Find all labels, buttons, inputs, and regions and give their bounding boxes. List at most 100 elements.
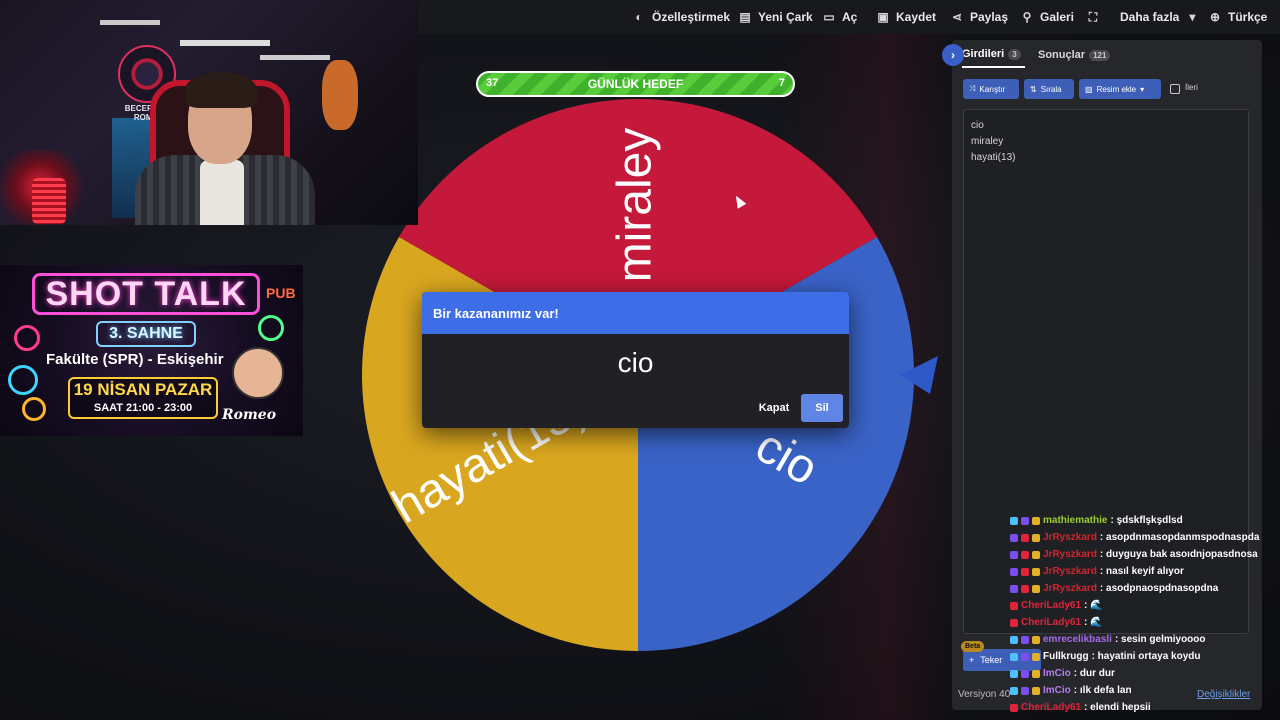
- nav-item-daha-fazla[interactable]: Daha fazla ▾: [1120, 0, 1199, 34]
- add-image-label: Resim ekle: [1096, 84, 1137, 94]
- chat-message: mathiemathie: şdskflşkşdlsd: [1010, 512, 1183, 529]
- palette-icon: ◐: [635, 10, 643, 24]
- nav-item-label: Kaydet: [896, 10, 937, 24]
- globe-icon: ⊕: [1209, 10, 1221, 24]
- chat-badge-icon: [1021, 635, 1029, 644]
- entry-line: cio: [971, 120, 984, 131]
- tab-results-count: 121: [1089, 49, 1111, 61]
- chat-badge-icon: [1032, 652, 1040, 661]
- poster-location: Fakülte (SPR) - Eskişehir: [46, 351, 224, 368]
- chat-username: mathiemathie: [1043, 515, 1108, 526]
- folder-open-icon: ▭: [823, 10, 835, 24]
- chat-badge-icon: [1021, 533, 1029, 542]
- chat-text: : sesin gelmiyoooo: [1114, 634, 1206, 645]
- entry-line: miraley: [971, 136, 1004, 147]
- nav-item-yeni-ark[interactable]: ▤ Yeni Çark: [738, 0, 812, 34]
- dialog-header: Bir kazananımız var!: [422, 292, 849, 334]
- chat-text: : şdskflşkşdlsd: [1110, 515, 1183, 526]
- chat-text: : duyguya bak asoıdnjopasdnosa: [1099, 549, 1258, 560]
- chat-text: : 🌊: [1084, 600, 1103, 611]
- nav-item-a-[interactable]: ▭ Aç: [822, 0, 857, 34]
- chat-badge-icon: [1010, 686, 1018, 695]
- chat-username: ImCio: [1043, 668, 1071, 679]
- advanced-label: İleri: [1185, 83, 1198, 92]
- nav-item-galeri[interactable]: ⚲ Galeri: [1020, 0, 1074, 34]
- shelf: [180, 40, 270, 46]
- shuffle-button[interactable]: ⤨ Karıştır: [963, 79, 1019, 99]
- chat-text: : asodpnaospdnasopdna: [1099, 583, 1219, 594]
- nav-item-t-rk-e[interactable]: ⊕ Türkçe: [1208, 0, 1267, 34]
- chat-message: JrRyszkard: asodpnaospdnasopdna: [1010, 580, 1218, 597]
- chat-message: CheriLady61: elendi hepsii: [1010, 699, 1151, 716]
- chat-badge-icon: [1010, 703, 1018, 712]
- chat-badge-icon: [1010, 635, 1018, 644]
- chat-badge-icon: [1032, 669, 1040, 678]
- screen: miraley cio hayati(13) ◐ Özelleştirmek ▤ Yeni…: [0, 0, 1280, 720]
- dialog-title: Bir kazananımız var!: [433, 306, 559, 321]
- entry-line: hayati(13): [971, 152, 1016, 163]
- chat-text: : nasıl keyif alıyor: [1099, 566, 1184, 577]
- tab-results-label: Sonuçlar: [1038, 49, 1086, 61]
- poster-pub-label: PUB: [266, 285, 296, 301]
- chat-badge-icon: [1021, 584, 1029, 593]
- tab-entries[interactable]: Girdileri 3: [962, 42, 1025, 68]
- streamer-hair: [185, 72, 257, 108]
- chat-text: : asopdnmasopdanmspodnaspda: [1099, 532, 1260, 543]
- tab-results[interactable]: Sonuçlar 121: [1038, 42, 1111, 68]
- chat-message: Fullkrugg: hayatini ortaya koydu: [1010, 648, 1200, 665]
- top-navigation: ◐ Özelleştirmek ▤ Yeni Çark ▭ Aç ▣ Kaydet ⋖ Payla…: [418, 0, 1280, 34]
- nav-item-label: Aç: [842, 10, 858, 24]
- beta-badge: Beta: [961, 641, 985, 652]
- poster-time: SAAT 21:00 - 23:00: [93, 402, 193, 414]
- chat-message: ImCio: ılk defa lan: [1010, 682, 1132, 699]
- chat-badge-icon: [1010, 652, 1018, 661]
- chat-text: : 🌊: [1084, 617, 1103, 628]
- chevron-right-icon[interactable]: ›: [942, 44, 964, 66]
- chat-message: JrRyszkard: duyguya bak asoıdnjopasdnosa: [1010, 546, 1258, 563]
- streamer-shirt: [200, 160, 244, 225]
- goal-title: GÜNLÜK HEDEF: [587, 77, 684, 91]
- chat-username: JrRyszkard: [1043, 583, 1097, 594]
- nav-item-label: Türkçe: [1228, 10, 1268, 24]
- shuffle-icon: ⤨: [969, 84, 976, 93]
- chat-text: : hayatini ortaya koydu: [1091, 651, 1201, 662]
- chat-username: Fullkrugg: [1043, 651, 1089, 662]
- chat-message: ImCio: dur dur: [1010, 665, 1115, 682]
- lamp: [32, 178, 66, 224]
- panel-tabs: Girdileri 3 › Sonuçlar 121: [942, 40, 1262, 70]
- poster-stage: 3. SAHNE: [96, 321, 196, 347]
- poster-signature: Romeo: [222, 407, 277, 423]
- nav-item-fullscreen[interactable]: ⛶: [1086, 0, 1106, 34]
- chat-text: : dur dur: [1073, 668, 1115, 679]
- shelf: [100, 20, 160, 25]
- chat-badge-icon: [1010, 584, 1018, 593]
- chat-message: JrRyszkard: nasıl keyif alıyor: [1010, 563, 1184, 580]
- remove-button[interactable]: Sil: [801, 394, 843, 422]
- chat-username: JrRyszkard: [1043, 532, 1097, 543]
- neon-ring: [8, 365, 38, 395]
- chat-username: CheriLady61: [1021, 617, 1082, 628]
- chat-badge-icon: [1021, 550, 1029, 559]
- advanced-checkbox[interactable]: [1170, 84, 1180, 94]
- shuffle-label: Karıştır: [979, 84, 1006, 94]
- chat-badge-icon: [1021, 686, 1029, 695]
- add-image-button[interactable]: ▨ Resim ekle ▾: [1079, 79, 1161, 99]
- nav-item-kaydet[interactable]: ▣ Kaydet: [876, 0, 936, 34]
- chat-badge-icon: [1032, 533, 1040, 542]
- chat-badge-icon: [1010, 550, 1018, 559]
- chat-badge-icon: [1010, 618, 1018, 627]
- wheel-segment-label: miraley: [609, 128, 662, 283]
- file-icon: ▤: [739, 10, 751, 24]
- nav-item--zelle-tirmek[interactable]: ◐ Özelleştirmek: [632, 0, 730, 34]
- nav-item-payla-[interactable]: ⋖ Paylaş: [950, 0, 1008, 34]
- chat-message: emrecelikbasli: sesin gelmiyoooo: [1010, 631, 1206, 648]
- chat-message: CheriLady61: 🌊: [1010, 597, 1103, 614]
- close-button[interactable]: Kapat: [752, 395, 796, 421]
- chat-badge-icon: [1032, 635, 1040, 644]
- chat-text: : elendi hepsii: [1084, 702, 1151, 713]
- sort-button[interactable]: ⇅ Sırala: [1024, 79, 1074, 99]
- chat-message: JrRyszkard: asopdnmasopdanmspodnaspda: [1010, 529, 1259, 546]
- winner-dialog: Bir kazananımız var! cio Kapat Sil: [422, 292, 849, 428]
- poster-date-box: 19 NİSAN PAZAR SAAT 21:00 - 23:00: [68, 377, 218, 419]
- daily-goal-bar: 37 GÜNLÜK HEDEF 7: [476, 71, 795, 97]
